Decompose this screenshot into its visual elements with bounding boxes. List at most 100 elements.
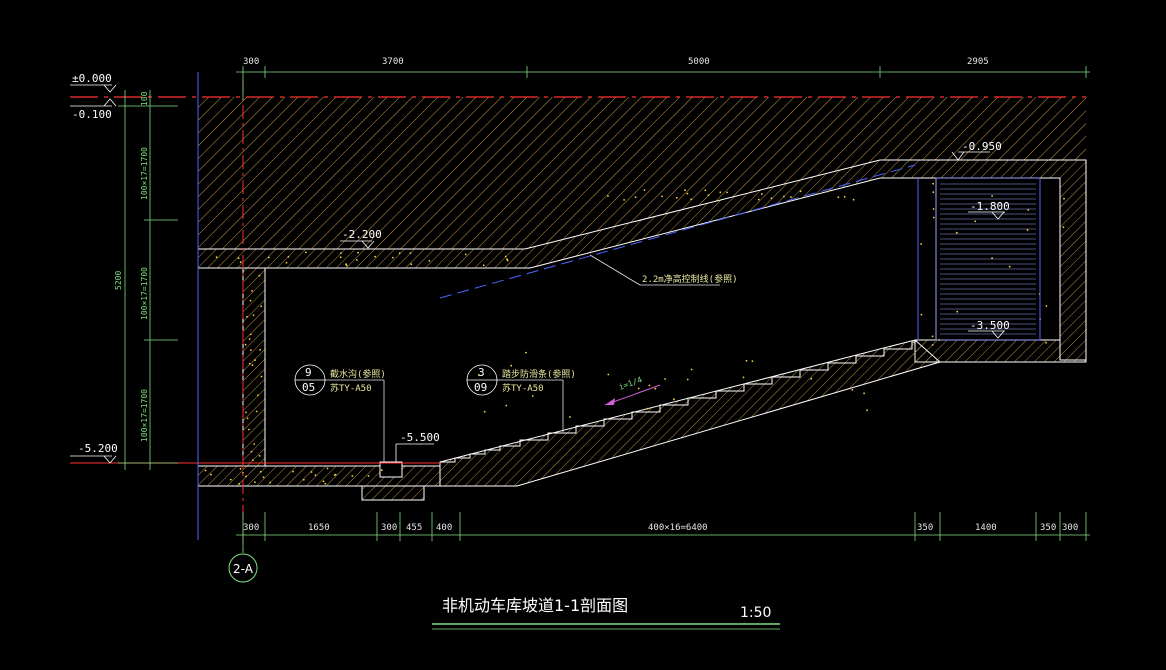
speckle (955, 231, 958, 234)
speckle (251, 290, 253, 292)
speckle (646, 407, 649, 410)
speckle (719, 191, 722, 194)
speckle (254, 481, 256, 483)
speckle (409, 252, 412, 255)
speckle (607, 373, 610, 376)
speckle (310, 471, 313, 473)
speckle (257, 394, 259, 397)
speckle (1045, 341, 1047, 344)
speckle (255, 410, 258, 413)
speckle (790, 196, 792, 198)
speckle (920, 313, 923, 316)
speckle (250, 450, 253, 453)
clearance-label: 2.2m净高控制线(参照) (642, 273, 738, 285)
speckle (745, 359, 748, 362)
level-2200: -2.200 (342, 228, 382, 241)
speckle (1008, 265, 1011, 268)
bottom-dim-2: 300 (381, 523, 397, 533)
grid-bubble: 2-A (228, 540, 258, 583)
speckle (262, 476, 265, 479)
drawing-title: 非机动车库坡道1-1剖面图 1:50 (432, 596, 780, 630)
speckle (751, 360, 754, 362)
callout-1-top: 9 (305, 366, 312, 379)
speckle (210, 473, 212, 476)
speckle (643, 189, 646, 191)
speckle (654, 387, 657, 390)
speckle (634, 196, 637, 199)
speckle (268, 256, 270, 259)
speckle (675, 196, 678, 199)
speckle (356, 259, 358, 261)
callout-2: 3 09 踏步防滑条(参照) 苏TY-A50 (466, 364, 576, 432)
speckle (340, 252, 342, 255)
speckle (314, 474, 317, 476)
speckle (410, 263, 413, 266)
bottom-dim-0: 300 (243, 523, 259, 533)
speckle (249, 299, 252, 302)
speckle (826, 190, 829, 193)
speckle (245, 411, 247, 414)
speckle (254, 359, 256, 361)
callout-1-bottom: 05 (302, 381, 315, 394)
speckle (1026, 229, 1029, 231)
top-dim-0: 300 (243, 57, 259, 67)
speckle (269, 481, 272, 484)
speckle (252, 314, 255, 316)
speckle (304, 251, 307, 254)
callout-2-top: 3 (478, 366, 485, 379)
speckle (239, 261, 242, 264)
left-dim-seg3: 100×17=1700 (140, 267, 149, 320)
speckle (531, 395, 534, 397)
speckle (302, 478, 305, 481)
speckle (345, 264, 348, 267)
level-0100: -0.100 (72, 108, 112, 121)
callout-2-ref: 苏TY-A50 (502, 382, 544, 394)
speckle (248, 362, 251, 365)
level-5200: -5.200 (78, 442, 118, 455)
left-dimension: 5200 100 100×17=1700 100×17=1700 100×17=… (114, 90, 178, 470)
speckle (690, 198, 693, 201)
speckle (991, 195, 993, 198)
speckle (259, 470, 262, 473)
level-3500: -3.500 (970, 319, 1010, 332)
level-zero: ±0.000 (72, 72, 112, 85)
speckle (938, 339, 941, 341)
bottom-dim-9: 300 (1062, 523, 1078, 533)
bottom-dim-6: 350 (917, 523, 933, 533)
speckle (244, 343, 247, 346)
speckle (648, 384, 651, 387)
speckle (837, 196, 840, 199)
speckle (510, 364, 513, 367)
speckle (757, 198, 760, 201)
bottom-dim-4: 400 (436, 523, 452, 533)
speckle (686, 192, 689, 195)
speckle (248, 338, 251, 340)
speckle (956, 310, 959, 313)
speckle (920, 243, 922, 245)
speckle (260, 305, 263, 308)
speckle (770, 197, 773, 200)
callout-2-bottom: 09 (474, 381, 487, 394)
speckle (333, 474, 336, 476)
speckle (1027, 209, 1030, 211)
speckle (799, 190, 802, 193)
bottom-dim-7: 1400 (975, 523, 997, 533)
bottom-dim-3: 455 (406, 523, 422, 533)
speckle (726, 191, 728, 194)
speckle (258, 455, 261, 457)
speckle (249, 333, 252, 336)
speckle (239, 467, 242, 470)
speckle (932, 216, 935, 219)
speckle (707, 194, 710, 197)
speckle (1062, 226, 1065, 229)
speckle (287, 256, 290, 258)
bottom-dim-8: 350 (1040, 523, 1056, 533)
speckle (367, 475, 370, 477)
speckle (260, 375, 263, 378)
speckle (248, 428, 250, 431)
speckle (374, 255, 376, 258)
speckle (351, 475, 354, 477)
speckle (229, 478, 232, 481)
section-drawing: 2.2m净高控制线(参照) i=1/4 300 3700 5000 2905 3… (70, 57, 1090, 630)
callout-2-text: 踏步防滑条(参照) (502, 368, 576, 380)
